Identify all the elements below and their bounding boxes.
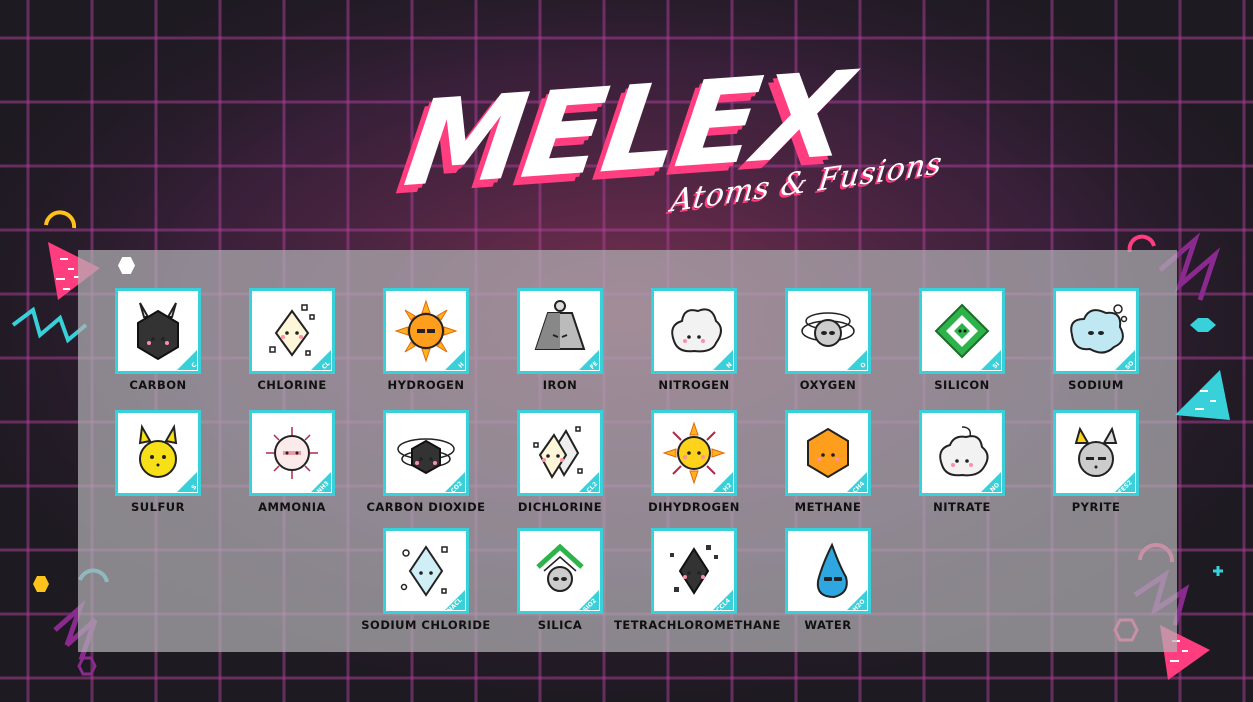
sodium-chloride-icon <box>400 545 448 597</box>
element-symbol: O <box>859 361 868 370</box>
atom-card-nitrogen[interactable]: N Nitrogen <box>634 288 754 400</box>
atom-card-frame: H2O <box>785 528 871 614</box>
atom-card-frame: N <box>651 288 737 374</box>
dihydrogen-icon <box>662 421 726 485</box>
atom-card-frame: NACL <box>383 528 469 614</box>
element-symbol: S <box>189 483 198 492</box>
atom-card-iron[interactable]: FE Iron <box>500 288 620 400</box>
atom-card-ammonia[interactable]: NH3 Ammonia <box>232 410 352 522</box>
atom-card-sulfur[interactable]: S Sulfur <box>98 410 218 522</box>
atom-card-nitrate[interactable]: NO Nitrate <box>902 410 1022 522</box>
iron-icon <box>534 300 586 350</box>
atom-card-methane[interactable]: CH4 Methane <box>768 410 888 522</box>
atom-name: Pyrite <box>1071 500 1121 514</box>
element-symbol: NO <box>988 481 1001 494</box>
atom-card-frame: CL2 <box>517 410 603 496</box>
atom-card-frame: CO2 <box>383 410 469 496</box>
atom-card-tetrachloromethane[interactable]: CCL4 Tetrachloromethane <box>614 528 780 640</box>
oxygen-icon <box>801 312 855 347</box>
atom-name: Water <box>804 618 852 632</box>
sulfur-icon <box>138 423 178 478</box>
atom-card-frame: SO <box>1053 288 1139 374</box>
game-logo: MELEX Atoms & Fusions <box>397 45 960 230</box>
silica-icon <box>536 543 584 592</box>
pyrite-icon <box>1074 426 1118 477</box>
sodium-icon <box>1070 304 1128 354</box>
atom-card-frame: FE <box>517 288 603 374</box>
tetrachloromethane-icon <box>670 545 718 595</box>
methane-icon <box>807 427 849 479</box>
atom-card-chlorine[interactable]: CL Chlorine <box>232 288 352 400</box>
atom-card-oxygen[interactable]: O Oxygen <box>768 288 888 400</box>
atom-card-frame: SI <box>919 288 1005 374</box>
atom-card-frame: NO <box>919 410 1005 496</box>
element-symbol: H <box>457 361 466 370</box>
element-symbol: SO <box>1123 359 1136 372</box>
atom-card-frame: O <box>785 288 871 374</box>
ammonia-icon <box>266 427 318 479</box>
atom-card-frame: CCL4 <box>651 528 737 614</box>
atom-card-sodium-chloride[interactable]: NACL Sodium Chloride <box>361 528 490 640</box>
atom-card-sodium[interactable]: SO Sodium <box>1036 288 1156 400</box>
element-symbol: N <box>725 361 734 370</box>
chlorine-icon <box>269 304 315 357</box>
atom-card-pyrite[interactable]: FES2 Pyrite <box>1036 410 1156 522</box>
atom-card-hydrogen[interactable]: H Hydrogen <box>366 288 486 400</box>
atom-card-frame: H <box>383 288 469 374</box>
atom-card-frame: H2 <box>651 410 737 496</box>
element-symbol: H2 <box>721 481 734 494</box>
atom-card-frame: NH3 <box>249 410 335 496</box>
atom-card-frame: C <box>115 288 201 374</box>
nitrogen-icon <box>671 308 722 353</box>
silicon-icon <box>934 303 990 359</box>
atom-card-frame: FES2 <box>1053 410 1139 496</box>
element-symbol: SI <box>991 360 1002 371</box>
atom-card-carbon[interactable]: C Carbon <box>98 288 218 400</box>
atom-card-silicon[interactable]: SI Silicon <box>902 288 1022 400</box>
atom-card-frame: CL <box>249 288 335 374</box>
element-symbol: C <box>189 361 198 370</box>
atom-card-dihydrogen[interactable]: H2 Dihydrogen <box>634 410 754 522</box>
water-icon <box>816 542 848 599</box>
atom-card-frame: CH4 <box>785 410 871 496</box>
carbon-dioxide-icon <box>397 438 455 475</box>
atom-name: Sodium <box>1068 378 1124 392</box>
atom-card-water[interactable]: H2O Water <box>768 528 888 640</box>
atom-card-carbon-dioxide[interactable]: CO2 Carbon Dioxide <box>366 410 486 522</box>
atom-card-frame: SIO2 <box>517 528 603 614</box>
nitrate-icon <box>939 426 989 477</box>
atom-card-silica[interactable]: SIO2 Silica <box>500 528 620 640</box>
carbon-icon <box>137 302 179 361</box>
atom-card-dichlorine[interactable]: CL2 Dichlorine <box>500 410 620 522</box>
element-symbol: FE <box>588 360 600 371</box>
atom-card-frame: S <box>115 410 201 496</box>
hydrogen-icon <box>394 299 458 363</box>
dichlorine-icon <box>533 426 583 479</box>
element-symbol: CL <box>320 360 332 371</box>
